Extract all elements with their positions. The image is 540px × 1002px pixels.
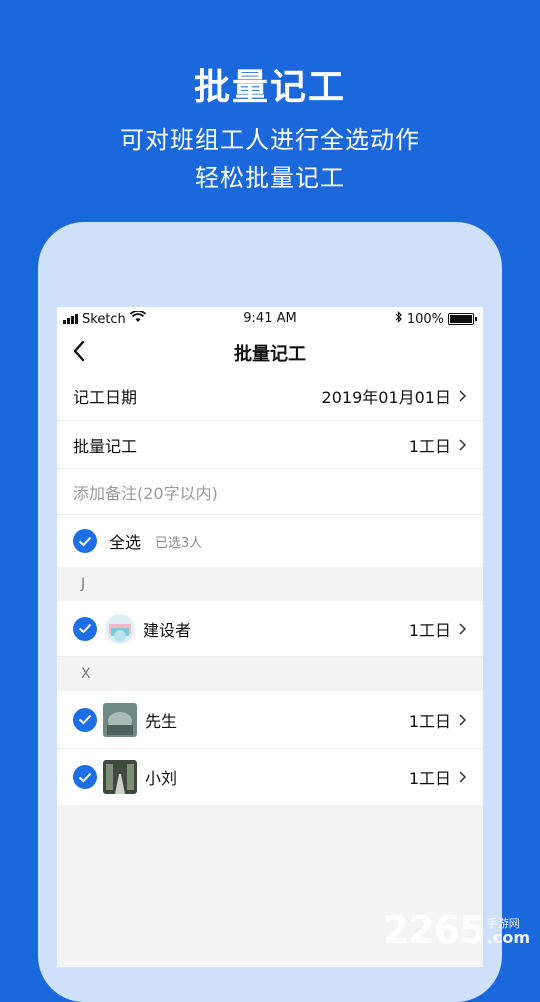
worker-value-group: 1工日 (409, 765, 467, 789)
page-title: 批量记工 (234, 344, 306, 365)
chevron-right-icon (459, 771, 467, 783)
chevron-right-icon (459, 389, 467, 402)
worker-name: 建设者 (143, 620, 192, 640)
worker-row[interactable]: 小刘 1工日 (57, 749, 483, 805)
avatar (105, 613, 135, 644)
watermark-domain: .com (486, 928, 530, 947)
section-header-j: J (57, 567, 483, 601)
batch-label: 批量记工 (73, 436, 138, 456)
worker-value: 1工日 (408, 711, 451, 731)
date-label: 记工日期 (73, 387, 138, 407)
select-all-label: 全选 (109, 533, 142, 552)
battery-cap (475, 317, 477, 321)
date-value-group: 2019年01月01日 (322, 384, 467, 408)
select-all-checkbox[interactable] (73, 529, 97, 553)
worker-checkbox[interactable] (73, 765, 97, 789)
bluetooth-icon (395, 311, 403, 327)
chevron-right-icon (459, 713, 467, 726)
select-all-row[interactable]: 全选 已选3人 (57, 515, 483, 567)
date-row[interactable]: 记工日期 2019年01月01日 (57, 371, 483, 421)
status-bar: Sketch 9:41 AM 100% (57, 307, 483, 331)
worker-value-group: 1工日 (409, 617, 467, 641)
worker-checkbox[interactable] (73, 707, 97, 732)
battery-percent: 100% (406, 311, 444, 327)
batch-value: 1工日 (408, 436, 451, 456)
worker-name: 小刘 (145, 769, 178, 788)
promo-subtitle-line2: 轻松批量记工 (195, 164, 345, 192)
worker-value: 1工日 (408, 769, 451, 788)
status-right: 100% (395, 311, 477, 327)
worker-checkbox[interactable] (73, 616, 97, 641)
section-header-x: X (57, 657, 483, 691)
batch-value-group: 1工日 (409, 433, 467, 457)
chevron-right-icon (459, 438, 467, 451)
check-icon (78, 714, 92, 725)
selected-count: 已选3人 (155, 535, 203, 551)
watermark: 2265 手游网 .com (383, 908, 530, 952)
date-value: 2019年01月01日 (321, 387, 451, 407)
avatar (103, 702, 137, 737)
promo-title: 批量记工 (193, 67, 346, 108)
phone-screen: Sketch 9:41 AM 100% 批量记工 记工日期 2019年01月01… (57, 307, 483, 967)
worker-value: 1工日 (408, 620, 451, 640)
worker-row[interactable]: 建设者 1工日 (57, 601, 483, 657)
check-icon (78, 772, 92, 782)
watermark-number: 2265 (383, 908, 486, 952)
promo-subtitle-line1: 可对班组工人进行全选动作 (120, 126, 420, 154)
check-icon (78, 536, 92, 546)
note-input[interactable]: 添加备注(20字以内) (73, 480, 218, 504)
watermark-side: 手游网 .com (487, 918, 530, 946)
worker-name: 先生 (145, 711, 178, 731)
battery-icon (448, 313, 474, 325)
batch-row[interactable]: 批量记工 1工日 (57, 421, 483, 469)
chevron-right-icon (459, 622, 467, 635)
nav-bar: 批量记工 (57, 331, 483, 371)
note-input-row[interactable]: 添加备注(20字以内) (57, 469, 483, 515)
check-icon (78, 623, 92, 634)
worker-value-group: 1工日 (409, 708, 467, 732)
avatar (103, 760, 137, 794)
worker-row[interactable]: 先生 1工日 (57, 691, 483, 749)
